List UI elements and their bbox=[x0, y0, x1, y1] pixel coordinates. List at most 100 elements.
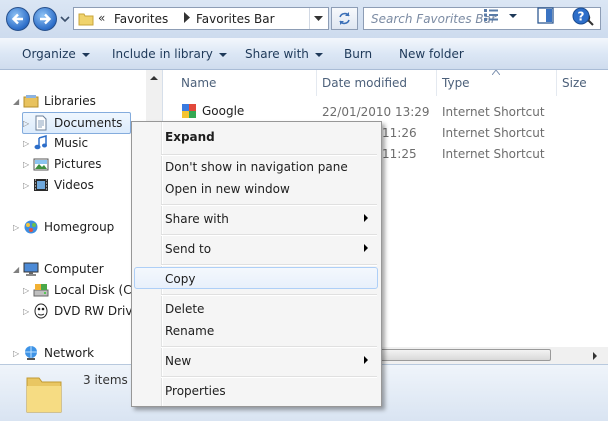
menu-item-properties[interactable]: Properties bbox=[165, 384, 226, 398]
nav-local-disk-label: Local Disk (C:) bbox=[54, 283, 141, 297]
search-placeholder: Search Favorites Bar bbox=[371, 12, 496, 26]
include-in-library-button[interactable]: Include in library bbox=[112, 47, 227, 61]
submenu-arrow-icon bbox=[364, 244, 368, 252]
music-icon bbox=[34, 135, 47, 150]
menu-separator bbox=[161, 346, 377, 348]
scroll-right-icon[interactable] bbox=[588, 349, 602, 363]
column-header-date[interactable]: Date modified bbox=[322, 76, 407, 90]
nav-documents[interactable]: ▷ Documents bbox=[22, 112, 131, 134]
views-dropdown-arrow-icon[interactable] bbox=[509, 14, 517, 18]
nav-homegroup[interactable]: ▷ Homegroup bbox=[13, 217, 114, 237]
dropdown-arrow-icon bbox=[218, 52, 227, 57]
nav-computer-label: Computer bbox=[44, 262, 104, 276]
address-bar[interactable]: « Favorites Favorites Bar bbox=[73, 7, 329, 30]
menu-separator bbox=[161, 376, 377, 378]
menu-item-new[interactable]: New bbox=[165, 354, 191, 368]
nav-network-label: Network bbox=[44, 346, 95, 360]
column-divider[interactable] bbox=[436, 70, 437, 96]
expand-arrow-icon[interactable]: ▷ bbox=[23, 307, 33, 316]
organize-button[interactable]: Organize bbox=[22, 47, 90, 61]
address-dropdown-button[interactable] bbox=[309, 8, 328, 29]
new-folder-button[interactable]: New folder bbox=[399, 47, 464, 61]
include-in-library-label: Include in library bbox=[112, 47, 213, 61]
expand-arrow-icon[interactable]: ▷ bbox=[23, 139, 33, 148]
libraries-icon bbox=[23, 95, 39, 108]
expand-arrow-icon[interactable]: ▷ bbox=[23, 119, 33, 128]
column-header-size[interactable]: Size bbox=[562, 76, 587, 90]
scroll-up-icon[interactable] bbox=[146, 70, 162, 87]
expand-arrow-icon[interactable]: ▷ bbox=[13, 223, 23, 232]
dropdown-arrow-icon bbox=[314, 52, 323, 57]
collapse-arrow-icon[interactable]: ◢ bbox=[13, 97, 23, 106]
scrollbar-thumb[interactable] bbox=[368, 349, 551, 361]
breadcrumb-favorites-bar[interactable]: Favorites Bar bbox=[196, 12, 275, 26]
menu-separator bbox=[161, 234, 377, 236]
nav-documents-label: Documents bbox=[54, 116, 123, 130]
nav-libraries[interactable]: ◢ Libraries bbox=[13, 91, 96, 111]
back-button[interactable] bbox=[6, 7, 30, 31]
nav-computer[interactable]: ◢ Computer bbox=[13, 259, 104, 279]
nav-music[interactable]: ▷ Music bbox=[23, 133, 88, 153]
nav-videos[interactable]: ▷ Videos bbox=[23, 175, 94, 195]
menu-item-dont-show[interactable]: Don't show in navigation pane bbox=[165, 160, 348, 174]
breadcrumb-separator-icon[interactable] bbox=[184, 12, 190, 26]
menu-item-copy[interactable]: Copy bbox=[165, 272, 195, 286]
nav-libraries-label: Libraries bbox=[44, 94, 96, 108]
expand-arrow-icon[interactable]: ▷ bbox=[23, 160, 33, 169]
nav-dvd-drive[interactable]: ▷ DVD RW Drive bbox=[23, 301, 140, 321]
sort-ascending-icon bbox=[492, 70, 500, 75]
column-header-type[interactable]: Type bbox=[442, 76, 470, 90]
menu-item-expand[interactable]: Expand bbox=[165, 130, 215, 144]
expand-arrow-icon[interactable]: ▷ bbox=[23, 181, 33, 190]
back-arrow-icon bbox=[11, 13, 23, 25]
collapse-arrow-icon[interactable]: ◢ bbox=[13, 265, 23, 274]
table-row[interactable]: Google bbox=[181, 103, 244, 119]
menu-separator bbox=[161, 294, 377, 296]
menu-separator bbox=[161, 154, 377, 156]
help-icon[interactable]: ? bbox=[572, 7, 590, 25]
refresh-button[interactable] bbox=[331, 7, 358, 30]
documents-icon bbox=[35, 115, 47, 131]
column-divider[interactable] bbox=[556, 70, 557, 96]
file-type: Internet Shortcut bbox=[442, 147, 545, 161]
views-icon[interactable] bbox=[483, 8, 499, 22]
chevron-down-icon bbox=[314, 16, 323, 21]
search-input[interactable]: Search Favorites Bar bbox=[363, 7, 601, 30]
column-divider[interactable] bbox=[316, 70, 317, 96]
item-count: 3 items bbox=[83, 373, 128, 387]
menu-item-delete[interactable]: Delete bbox=[165, 302, 204, 316]
menu-item-open-new-window[interactable]: Open in new window bbox=[165, 182, 290, 196]
network-icon bbox=[25, 346, 37, 360]
file-date: 11:26 bbox=[382, 126, 417, 140]
forward-arrow-icon bbox=[40, 13, 52, 25]
menu-item-share-with[interactable]: Share with bbox=[165, 212, 229, 226]
nav-pictures[interactable]: ▷ Pictures bbox=[23, 154, 102, 174]
breadcrumb-favorites[interactable]: Favorites bbox=[114, 12, 168, 26]
triangle-right-icon bbox=[184, 12, 190, 23]
nav-dvd-drive-label: DVD RW Drive bbox=[54, 304, 140, 318]
organize-label: Organize bbox=[22, 47, 76, 61]
computer-icon bbox=[23, 262, 39, 276]
file-date: 22/01/2010 13:29 bbox=[322, 105, 430, 119]
nav-videos-label: Videos bbox=[54, 178, 94, 192]
svg-text:?: ? bbox=[578, 10, 585, 24]
submenu-arrow-icon bbox=[364, 214, 368, 222]
nav-network[interactable]: ▷ Network bbox=[13, 343, 94, 363]
folder-icon bbox=[26, 377, 62, 413]
nav-local-disk[interactable]: ▷ Local Disk (C:) bbox=[23, 280, 140, 300]
column-header-name[interactable]: Name bbox=[181, 76, 216, 90]
dvd-drive-icon bbox=[34, 303, 48, 319]
expand-arrow-icon[interactable]: ▷ bbox=[23, 286, 33, 295]
address-history-chevron[interactable]: « bbox=[98, 11, 105, 25]
forward-button[interactable] bbox=[33, 7, 57, 31]
preview-pane-icon[interactable] bbox=[537, 7, 554, 24]
recent-pages-chevron-icon[interactable] bbox=[60, 15, 70, 23]
menu-item-send-to[interactable]: Send to bbox=[165, 242, 211, 256]
share-with-button[interactable]: Share with bbox=[245, 47, 323, 61]
folder-icon bbox=[78, 13, 94, 26]
expand-arrow-icon[interactable]: ▷ bbox=[13, 349, 23, 358]
homegroup-icon bbox=[24, 220, 38, 234]
burn-button[interactable]: Burn bbox=[344, 47, 372, 61]
nav-homegroup-label: Homegroup bbox=[44, 220, 115, 234]
menu-item-rename[interactable]: Rename bbox=[165, 324, 214, 338]
